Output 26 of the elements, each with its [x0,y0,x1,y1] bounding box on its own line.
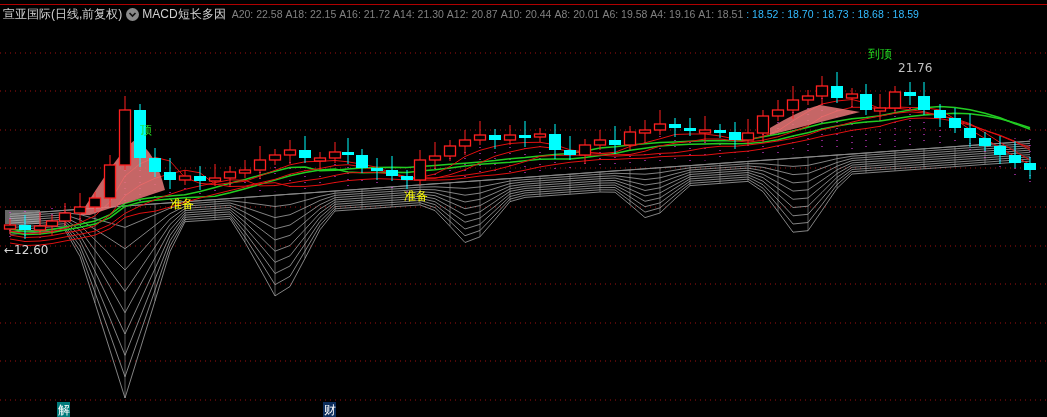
chart-label: 准备 [404,189,428,203]
indicator-reading: : 18.70 [781,8,814,20]
indicator-value: A6: 19.58 [602,8,648,20]
chart-label: 准备 [170,197,194,211]
dropdown-icon[interactable] [126,7,140,21]
indicator-value: A1: 18.51 [698,8,744,20]
indicator-value: A14: 21.30 [393,8,444,20]
indicator-reading: : 18.73 [816,8,849,20]
chart-label: 到顶 [868,47,892,61]
event-marker[interactable]: 解 [57,402,70,417]
indicator-value: A4: 19.16 [650,8,696,20]
event-marker[interactable]: 财 [323,402,336,417]
indicator-value: A18: 22.15 [285,8,337,20]
indicator-reading: : 18.59 [886,8,919,20]
chart-label: ←12.60 [4,243,49,257]
indicator-value: A10: 20.44 [500,8,552,20]
indicator-value: A20: 22.58 [231,8,283,20]
indicator-value: A12: 20.87 [446,8,498,20]
indicator-name: MACD短长多因 [142,5,226,23]
indicator-value: A16: 21.72 [339,8,391,20]
chart-label: 顶 [140,123,152,137]
chart-label: 21.76 [898,61,933,75]
indicator-reading: : 18.52 [746,8,779,20]
indicator-value: A8: 20.01 [554,8,600,20]
indicator-reading: : 18.68 [851,8,884,20]
stock-title: 宣亚国际(日线,前复权) [3,5,123,23]
